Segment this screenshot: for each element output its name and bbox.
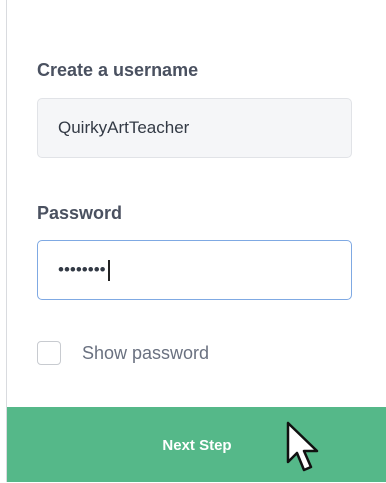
- password-label: Password: [37, 203, 123, 223]
- username-label: Create a username: [37, 60, 199, 80]
- text-caret: [108, 260, 110, 281]
- password-input[interactable]: [37, 240, 352, 300]
- next-step-button[interactable]: Next Step: [7, 407, 386, 482]
- show-password-checkbox[interactable]: [37, 341, 61, 365]
- show-password-label[interactable]: Show password: [82, 343, 209, 364]
- username-input[interactable]: [37, 98, 352, 158]
- signup-panel: Create a username Password Show password…: [6, 0, 386, 482]
